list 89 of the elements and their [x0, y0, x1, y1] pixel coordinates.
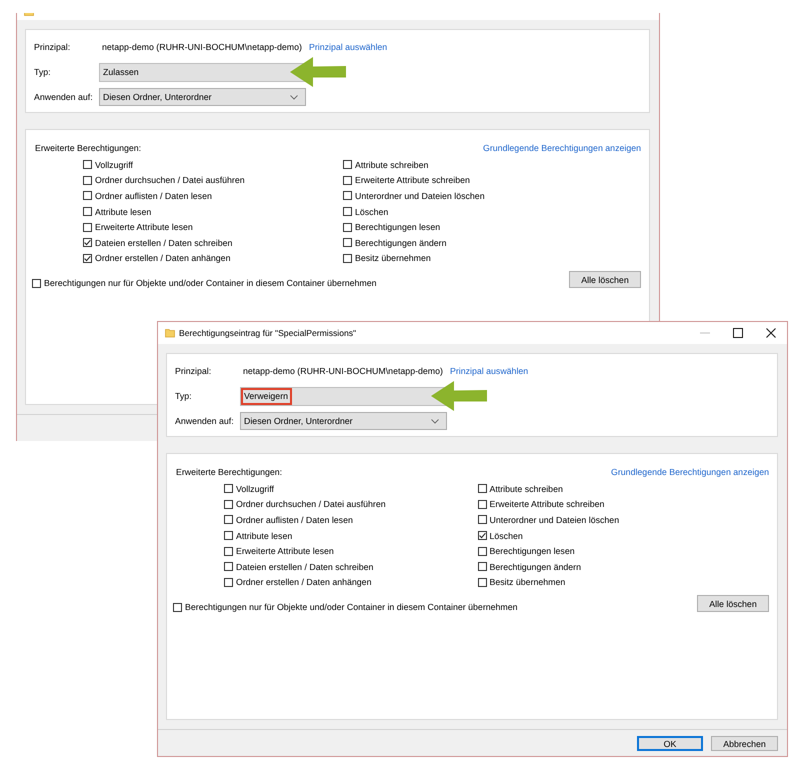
checkbox[interactable]: [343, 176, 352, 185]
checkbox-label[interactable]: Erweiterte Attribute schreiben: [355, 175, 470, 186]
apply-to-dropdown[interactable]: Diesen Ordner, Unterordner: [240, 412, 447, 430]
checkbox-label[interactable]: Erweiterte Attribute lesen: [236, 546, 334, 556]
checkbox-label[interactable]: Ordner erstellen / Daten anhängen: [236, 577, 372, 588]
checkbox[interactable]: [478, 500, 486, 509]
chevron-down-icon: [431, 418, 439, 424]
chevron-down-icon: [290, 94, 298, 100]
close-icon: [766, 328, 776, 338]
checkbox[interactable]: [224, 484, 233, 494]
checkbox-label[interactable]: Ordner durchsuchen / Datei ausführen: [95, 175, 245, 186]
checkbox-label[interactable]: Ordner auflisten / Daten lesen: [236, 514, 353, 525]
checkbox[interactable]: [343, 222, 352, 232]
field-label: Prinzipal:: [175, 366, 212, 376]
checkbox[interactable]: [224, 500, 233, 509]
default-button[interactable]: OK: [637, 736, 703, 751]
checkbox[interactable]: [83, 254, 92, 263]
checkbox-label[interactable]: Unterordner und Dateien löschen: [490, 514, 620, 525]
clear-all-button[interactable]: Alle löschen: [697, 595, 769, 612]
type-field[interactable]: Verweigern: [240, 386, 447, 406]
checkbox[interactable]: [224, 578, 233, 587]
checkbox-label[interactable]: Löschen: [490, 530, 523, 541]
checkbox-label[interactable]: Ordner durchsuchen / Datei ausführen: [236, 499, 386, 510]
checkbox-label[interactable]: Berechtigungen lesen: [490, 546, 575, 556]
checkbox[interactable]: [478, 484, 486, 494]
checkbox-label[interactable]: Ordner erstellen / Daten anhängen: [95, 253, 230, 264]
checkbox[interactable]: [343, 254, 352, 263]
principal-name: netapp-demo (RUHR-UNI-BOCHUM\netapp-demo): [101, 42, 302, 52]
checkbox[interactable]: [83, 191, 92, 200]
checkbox[interactable]: [83, 238, 92, 248]
folder-icon: [165, 328, 175, 338]
checkbox-label[interactable]: Attribute lesen: [95, 206, 152, 217]
checkbox-label[interactable]: Besitz übernehmen: [355, 253, 431, 264]
checkbox-label[interactable]: Dateien erstellen / Daten schreiben: [236, 562, 374, 572]
checkbox-label[interactable]: Berechtigungen nur für Objekte und/oder Container in diesem Container übernehmen: [44, 278, 377, 288]
checkbox[interactable]: [478, 531, 486, 540]
basic-permissions-link[interactable]: Grundlegende Berechtigungen anzeigen: [611, 467, 769, 477]
checkbox-label[interactable]: Attribute schreiben: [355, 160, 428, 170]
checkbox-label[interactable]: Unterordner und Dateien löschen: [355, 190, 485, 201]
window-title: Berechtigungseintrag für "SpecialPermissions": [179, 328, 356, 338]
basic-permissions-link[interactable]: Grundlegende Berechtigungen anzeigen: [483, 143, 641, 153]
checkbox[interactable]: [173, 602, 182, 612]
checkbox[interactable]: [478, 562, 486, 572]
checkbox[interactable]: [224, 531, 233, 540]
checkbox-label[interactable]: Ordner auflisten / Daten lesen: [95, 190, 212, 201]
maximize-icon: [732, 328, 742, 338]
checkbox[interactable]: [478, 578, 486, 587]
checkbox-label[interactable]: Besitz übernehmen: [490, 577, 566, 588]
field-label: Typ:: [34, 67, 52, 77]
checkbox-label[interactable]: Attribute lesen: [236, 530, 292, 541]
checkbox-label[interactable]: Erweiterte Attribute lesen: [95, 222, 193, 232]
clear-all-button[interactable]: Alle löschen: [569, 271, 641, 288]
checkbox-label[interactable]: Löschen: [355, 206, 388, 217]
checkbox-label[interactable]: Vollzugriff: [236, 484, 274, 494]
checkbox-label[interactable]: Attribute schreiben: [490, 484, 563, 494]
checkbox-label[interactable]: Erweiterte Attribute schreiben: [490, 499, 604, 510]
checkbox[interactable]: [32, 278, 41, 288]
field-label: Anwenden auf:: [34, 92, 94, 102]
select-principal-link[interactable]: Prinzipal auswählen: [450, 366, 528, 376]
checkbox[interactable]: [478, 515, 486, 524]
checkbox[interactable]: [343, 191, 352, 200]
checkbox[interactable]: [83, 207, 92, 216]
section-title: Erweiterte Berechtigungen:: [176, 467, 282, 477]
section-title: Erweiterte Berechtigungen:: [35, 143, 142, 153]
checkbox[interactable]: [343, 160, 352, 170]
field-label: Prinzipal:: [34, 42, 72, 52]
checkbox[interactable]: [343, 207, 352, 216]
checkbox-label[interactable]: Vollzugriff: [95, 160, 133, 170]
checkbox-label[interactable]: Berechtigungen lesen: [355, 222, 440, 232]
checkbox[interactable]: [343, 238, 352, 248]
checkbox[interactable]: [83, 222, 92, 232]
field-label: Anwenden auf:: [175, 416, 235, 426]
principal-name: netapp-demo (RUHR-UNI-BOCHUM\netapp-demo): [242, 366, 443, 376]
folder-icon: [24, 13, 34, 16]
checkbox-label[interactable]: Berechtigungen nur für Objekte und/oder Container in diesem Container übernehmen: [185, 602, 518, 612]
type-field[interactable]: Zulassen: [99, 62, 306, 82]
checkbox[interactable]: [478, 546, 486, 556]
apply-to-dropdown[interactable]: Diesen Ordner, Unterordner: [99, 88, 306, 106]
checkbox-label[interactable]: Berechtigungen ändern: [355, 238, 446, 248]
checkbox[interactable]: [224, 562, 233, 572]
checkbox[interactable]: [83, 176, 92, 185]
checkbox[interactable]: [224, 515, 233, 524]
checkbox[interactable]: [83, 160, 92, 170]
dialog-button[interactable]: Abbrechen: [711, 736, 778, 751]
select-principal-link[interactable]: Prinzipal auswählen: [308, 42, 388, 52]
checkbox[interactable]: [224, 546, 233, 556]
checkbox-label[interactable]: Dateien erstellen / Daten schreiben: [95, 238, 232, 248]
checkbox-label[interactable]: Berechtigungen ändern: [490, 562, 581, 572]
field-label: Typ:: [175, 391, 193, 401]
